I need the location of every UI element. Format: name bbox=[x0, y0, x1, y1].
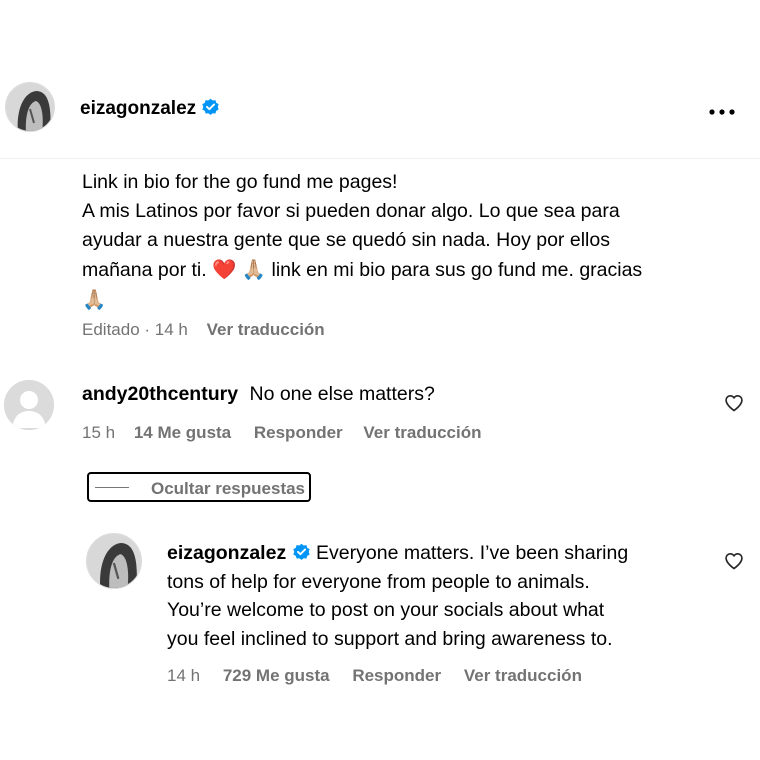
caption-meta: Editado · 14 h Ver traducción bbox=[82, 320, 325, 340]
comment-translate-link[interactable]: Ver traducción bbox=[363, 423, 481, 442]
caption-cutoff bbox=[82, 158, 252, 162]
caption-line: mañana por ti. ❤️ 🙏🏼 link en mi bio para… bbox=[82, 255, 742, 285]
comment-like-heart-icon[interactable] bbox=[724, 393, 744, 418]
comment-avatar[interactable] bbox=[4, 380, 54, 430]
comment-meta: 15 h 14 Me gusta Responder Ver traducció… bbox=[82, 423, 482, 443]
header-username[interactable]: eizagonzalez bbox=[80, 98, 196, 119]
red-heart-emoji: ❤️ bbox=[212, 258, 237, 281]
reply-text: You’re welcome to post on your socials a… bbox=[167, 599, 605, 621]
reply-reply-button[interactable]: Responder bbox=[352, 666, 441, 685]
caption-text: Link in bio for the go fund me pages! A … bbox=[82, 168, 742, 315]
default-user-icon bbox=[4, 380, 54, 430]
reply-time: 14 h bbox=[167, 666, 201, 685]
reply-text: tons of help for everyone from people to… bbox=[167, 570, 590, 593]
praying-hands-emoji: 🙏🏼 bbox=[241, 258, 267, 281]
replies-divider-line bbox=[95, 487, 129, 488]
caption-line: 🙏🏼 bbox=[82, 285, 742, 315]
comment-reply-button[interactable]: Responder bbox=[254, 423, 343, 442]
avatar-photo-icon bbox=[6, 83, 54, 131]
caption-text-segment: mañana por ti. bbox=[82, 259, 207, 281]
caption-line: Link in bio for the go fund me pages! bbox=[82, 171, 398, 193]
header-avatar[interactable] bbox=[5, 82, 55, 132]
caption-translate-link[interactable]: Ver traducción bbox=[207, 320, 325, 339]
comment-body: andy20thcentury No one else matters? bbox=[82, 383, 435, 406]
post-header: eizagonzalez bbox=[0, 78, 760, 159]
caption-line: A mis Latinos por favor si pueden donar … bbox=[82, 200, 620, 222]
reply-like-heart-icon[interactable] bbox=[724, 551, 744, 576]
reply-text: Everyone matters. I’ve been sharing bbox=[316, 542, 629, 564]
reply-translate-link[interactable]: Ver traducción bbox=[464, 666, 582, 685]
reply-username[interactable]: eizagonzalez bbox=[167, 542, 286, 564]
reply-line: eizagonzalez Everyone matters. I’ve been… bbox=[167, 539, 727, 568]
caption-text-segment: link en mi bio para sus go fund me. grac… bbox=[271, 259, 643, 281]
comment-username[interactable]: andy20thcentury bbox=[82, 383, 238, 405]
caption-edited-time: Editado · 14 h bbox=[82, 320, 188, 339]
caption-line: ayudar a nuestra gente que se quedó sin … bbox=[82, 229, 610, 251]
reply-likes[interactable]: 729 Me gusta bbox=[223, 666, 330, 685]
comment-likes[interactable]: 14 Me gusta bbox=[134, 423, 231, 442]
hide-replies-button[interactable]: Ocultar respuestas bbox=[87, 472, 311, 502]
reply-avatar[interactable] bbox=[86, 533, 142, 589]
comment-time: 15 h bbox=[82, 423, 116, 442]
hide-replies-label: Ocultar respuestas bbox=[151, 479, 306, 498]
comment-text: No one else matters? bbox=[249, 383, 435, 405]
reply-meta: 14 h 729 Me gusta Responder Ver traducci… bbox=[167, 666, 582, 686]
reply-text: you feel inclined to support and bring a… bbox=[167, 627, 613, 650]
verified-badge-icon bbox=[292, 543, 310, 560]
reply-body: eizagonzalez Everyone matters. I’ve been… bbox=[167, 539, 727, 653]
avatar-photo-icon bbox=[87, 534, 141, 588]
praying-hands-emoji: 🙏🏼 bbox=[82, 288, 107, 311]
verified-badge-icon bbox=[202, 98, 220, 115]
more-options-icon[interactable] bbox=[708, 104, 738, 115]
